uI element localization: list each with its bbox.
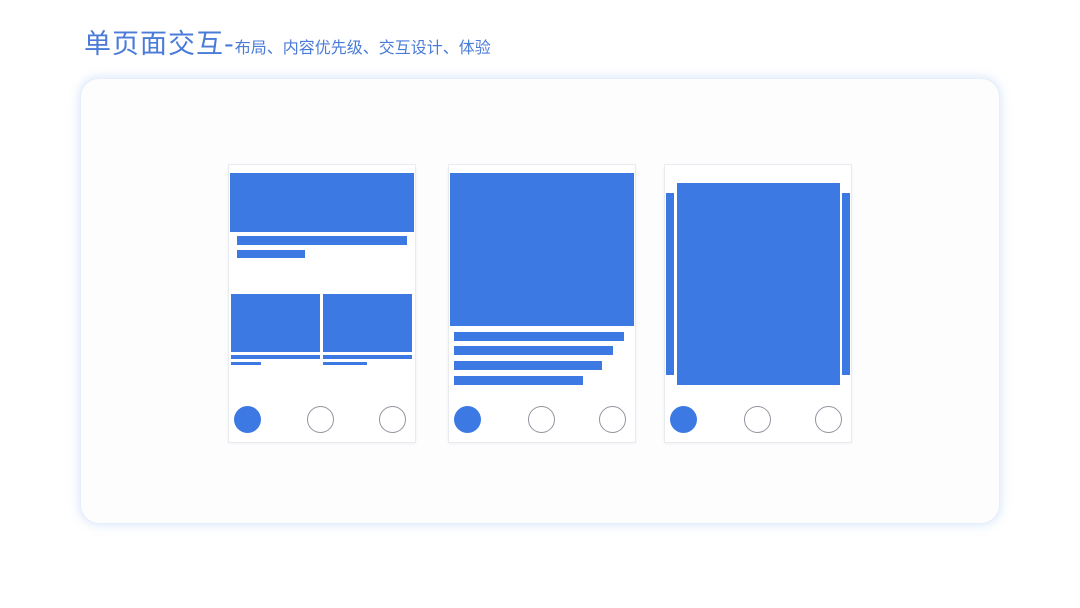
tab-icon[interactable]: [528, 406, 555, 433]
grid-card-text-block: [231, 355, 320, 359]
page-title-sub: 布局、内容优先级、交互设计、体验: [234, 38, 491, 57]
grid-card-text-block: [323, 355, 412, 359]
active-tab-icon[interactable]: [454, 406, 481, 433]
phone-mockup-list-layout: [229, 165, 415, 442]
tab-icon[interactable]: [599, 406, 626, 433]
text-line-block: [454, 376, 583, 385]
page-title-main: 单页面交互-: [84, 29, 235, 60]
tab-icon[interactable]: [379, 406, 406, 433]
carousel-main-card: [677, 183, 840, 385]
grid-card-text-block: [323, 362, 367, 365]
grid-card-text-block: [231, 362, 261, 365]
phone-mockup-card-carousel-layout: [665, 165, 851, 442]
text-line-block: [237, 236, 407, 245]
text-line-block: [454, 332, 624, 341]
active-tab-icon[interactable]: [670, 406, 697, 433]
tab-icon[interactable]: [744, 406, 771, 433]
tab-icon[interactable]: [815, 406, 842, 433]
header-banner-block: [230, 173, 414, 232]
page-title: 单页面交互-布局、内容优先级、交互设计、体验: [84, 22, 491, 62]
text-line-block: [454, 346, 613, 355]
carousel-prev-card-edge: [666, 193, 674, 375]
feature-image-block: [450, 173, 634, 326]
text-line-block: [454, 361, 602, 370]
carousel-next-card-edge: [842, 193, 850, 375]
grid-card-image-block: [323, 294, 412, 352]
active-tab-icon[interactable]: [234, 406, 261, 433]
phone-mockup-feature-layout: [449, 165, 635, 442]
grid-card-image-block: [231, 294, 320, 352]
text-line-block: [237, 250, 305, 258]
tab-icon[interactable]: [307, 406, 334, 433]
